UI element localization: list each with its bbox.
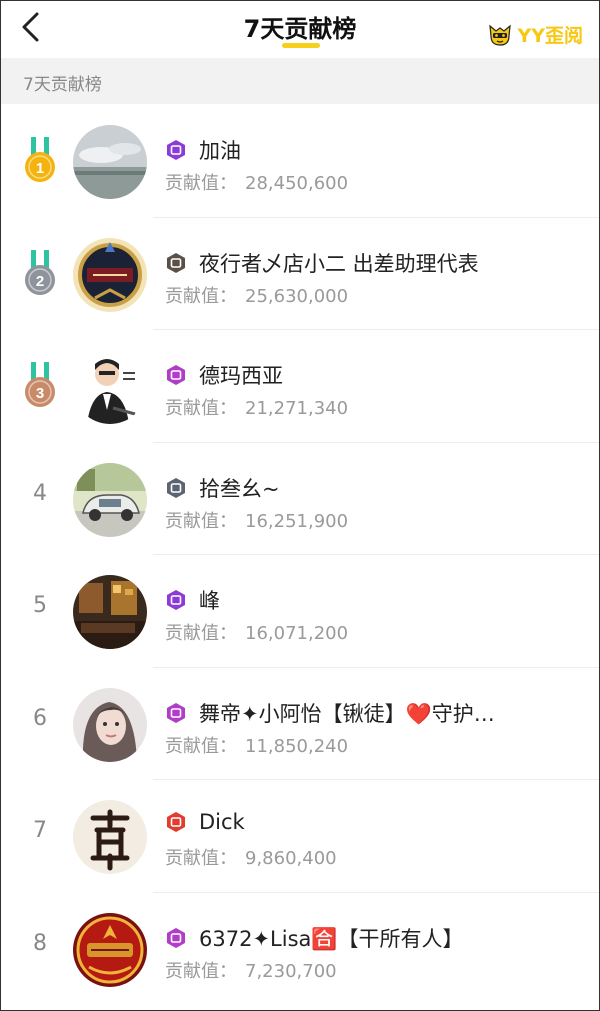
contribution-label: 贡献值： [165,173,237,194]
contribution-value: 贡献值： 25,630,000 [165,282,348,308]
svg-text:1: 1 [36,160,44,177]
top-bar: 7天贡献榜 YY歪阅 [1,1,599,57]
rank-number: 7 [33,818,47,843]
gold-medal-icon: 1 [23,135,57,187]
bronze-medal-icon: 3 [23,360,57,412]
contribution-amount: 9,860,400 [245,848,337,869]
rank-number: 5 [33,593,47,618]
contribution-value: 贡献值： 11,850,240 [165,732,348,758]
brand-watermark: YY歪阅 [487,21,583,48]
noble-badge-icon [165,477,187,499]
contribution-amount: 11,850,240 [245,735,349,757]
user-name-line: 6372✦Lisa🈴【干所有人】 [165,923,585,953]
contribution-label: 贡献值： [165,510,237,532]
list-item[interactable]: 5 峰贡献值： 16,071,200 [1,555,599,668]
list-item[interactable]: 7 Dick 贡献值： 9,860,400 [1,780,599,893]
contribution-amount: 25,630,000 [245,285,349,307]
noble-badge-icon [165,927,187,949]
rank-number: 4 [33,480,47,506]
contribution-amount: 16,071,200 [245,623,349,644]
avatar[interactable] [73,350,147,424]
contribution-label: 贡献值： [165,285,237,307]
noble-badge-icon [165,702,187,724]
contribution-amount: 7,230,700 [245,960,337,982]
contribution-value: 贡献值： 21,271,340 [165,394,348,420]
contribution-value: 贡献值： 28,450,600 [165,169,348,195]
contribution-label: 贡献值： [165,960,237,982]
section-header: 7天贡献榜 [1,58,599,104]
contribution-label: 贡献值： [165,848,237,869]
silver-medal-icon: 2 [23,248,57,300]
contribution-label: 贡献值： [165,735,237,757]
noble-badge-icon [165,252,187,274]
brand-text: YY歪阅 [517,25,583,47]
list-item[interactable]: 6 舞帝✦小阿怡【锹徒】❤️守护… 贡献值： 11,850,240 [1,668,599,780]
avatar[interactable] [73,575,147,649]
list-item[interactable]: 3 德玛西亚贡献值： 21,271,340 [1,330,599,443]
ranking-list: 1 加油 贡献值： 28,450,600 2 夜行者乄店小二 出差助理代表 贡献值： 25,6… [1,105,599,1005]
avatar[interactable] [73,800,147,874]
user-name-line: Dick [165,810,585,834]
avatar[interactable] [73,237,147,312]
user-name-line: 加油 [165,135,585,165]
user-name-line: 德玛西亚 [165,360,585,390]
active-tab-indicator [282,43,320,48]
user-name: Dick [199,810,245,834]
contribution-label: 贡献值： [165,398,237,419]
user-name: 峰 [199,589,220,613]
user-name-line: 拾叁幺~ [165,473,585,503]
contribution-label: 贡献值： [165,623,237,644]
rank-number: 6 [33,705,47,731]
noble-badge-icon [165,589,187,611]
user-name: 6372✦Lisa🈴【干所有人】 [199,926,464,951]
contribution-amount: 16,251,900 [245,510,349,532]
user-name: 拾叁幺~ [199,476,280,501]
contribution-value: 贡献值： 16,251,900 [165,507,348,533]
avatar[interactable] [73,687,147,762]
contribution-amount: 28,450,600 [245,173,349,194]
avatar[interactable] [73,912,147,987]
user-name-line: 峰 [165,585,585,615]
user-name: 夜行者乄店小二 出差助理代表 [199,251,479,276]
contribution-value: 贡献值： 16,071,200 [165,619,348,645]
user-name-line: 舞帝✦小阿怡【锹徒】❤️守护… [165,698,585,728]
svg-text:3: 3 [36,385,44,402]
noble-badge-icon [165,139,187,161]
list-item[interactable]: 4 拾叁幺~ 贡献值： 16,251,900 [1,443,599,555]
user-name: 德玛西亚 [199,364,283,388]
user-name: 加油 [199,139,241,163]
contribution-value: 贡献值： 9,860,400 [165,844,337,870]
list-item[interactable]: 1 加油贡献值： 28,450,600 [1,105,599,218]
user-name-line: 夜行者乄店小二 出差助理代表 [165,248,585,278]
contribution-amount: 21,271,340 [245,398,349,419]
brand-logo-icon [489,24,512,46]
list-item[interactable]: 8 6372✦Lisa🈴【干所有人】贡献值： 7,230,700 [1,893,599,1006]
section-label: 7天贡献榜 [23,75,102,95]
user-name: 舞帝✦小阿怡【锹徒】❤️守护… [199,701,495,726]
noble-badge-icon [165,811,187,833]
contribution-value: 贡献值： 7,230,700 [165,957,337,983]
avatar[interactable] [73,462,147,537]
svg-text:2: 2 [36,273,44,290]
avatar[interactable] [73,125,147,199]
list-item[interactable]: 2 夜行者乄店小二 出差助理代表贡献值： 25,630,000 [1,218,599,330]
rank-number: 8 [33,930,47,956]
noble-badge-icon [165,364,187,386]
